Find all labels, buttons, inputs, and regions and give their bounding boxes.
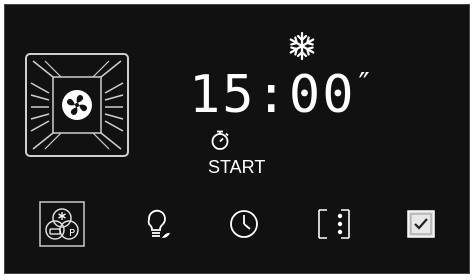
oven-control-panel: 15:00 ″ START P xyxy=(4,4,470,274)
svg-text:P: P xyxy=(69,228,75,239)
light-bulb-icon[interactable] xyxy=(133,201,179,247)
start-button[interactable]: START xyxy=(208,157,265,178)
defrost-mode-icon[interactable]: P xyxy=(39,201,85,247)
defrost-snowflake-icon xyxy=(287,31,317,61)
clock-icon[interactable] xyxy=(221,201,267,247)
time-value: 15:00 xyxy=(189,65,356,125)
time-display: 15:00 ″ xyxy=(189,65,370,125)
more-options-icon[interactable] xyxy=(311,201,357,247)
checkbox-confirm-icon[interactable] xyxy=(398,201,444,247)
fan-heating-icon[interactable] xyxy=(25,53,129,157)
stopwatch-icon xyxy=(209,129,231,151)
seconds-mark: ″ xyxy=(358,67,370,102)
